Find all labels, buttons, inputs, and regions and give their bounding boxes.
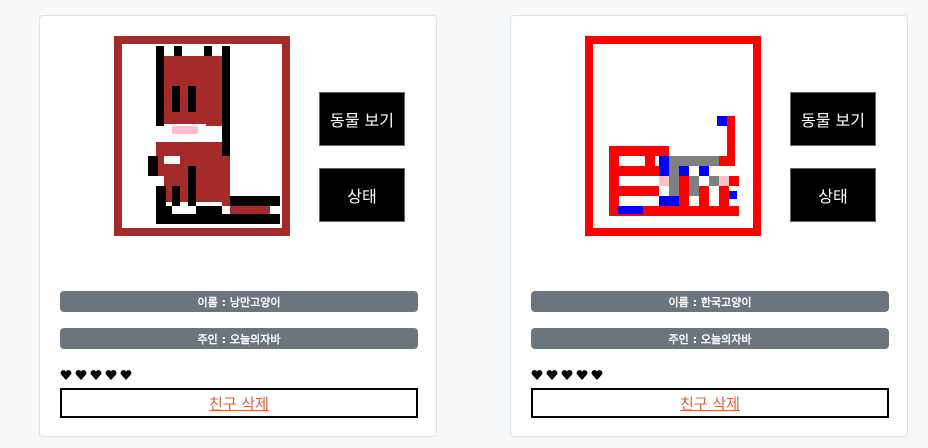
status-button[interactable]: 상태: [790, 168, 876, 222]
heart-icon: [120, 370, 132, 380]
heart-icon: [531, 370, 543, 380]
friend-card: 동물 보기 상태 이름 : 낭만고양이 주인 : 오늘의자바 친구 삭제: [39, 15, 437, 437]
heart-rating: [531, 367, 603, 383]
pet-owner-badge: 주인 : 오늘의자바: [60, 328, 418, 349]
pet-name-badge: 이름 : 한국고양이: [531, 291, 889, 312]
heart-icon: [546, 370, 558, 380]
heart-icon: [591, 370, 603, 380]
heart-icon: [576, 370, 588, 380]
pixel-cat-brown-icon: [114, 36, 290, 236]
delete-friend-button[interactable]: 친구 삭제: [60, 388, 418, 418]
heart-icon: [60, 370, 72, 380]
heart-icon: [561, 370, 573, 380]
pet-name-badge: 이름 : 낭만고양이: [60, 291, 418, 312]
heart-rating: [60, 367, 132, 383]
heart-icon: [90, 370, 102, 380]
friend-card: 동물 보기 상태 이름 : 한국고양이 주인 : 오늘의자바 친구 삭제: [510, 15, 908, 437]
pixel-cat-red-icon: [585, 36, 761, 236]
view-pet-button[interactable]: 동물 보기: [319, 92, 405, 146]
heart-icon: [75, 370, 87, 380]
heart-icon: [105, 370, 117, 380]
delete-friend-button[interactable]: 친구 삭제: [531, 388, 889, 418]
pet-owner-badge: 주인 : 오늘의자바: [531, 328, 889, 349]
status-button[interactable]: 상태: [319, 168, 405, 222]
view-pet-button[interactable]: 동물 보기: [790, 92, 876, 146]
